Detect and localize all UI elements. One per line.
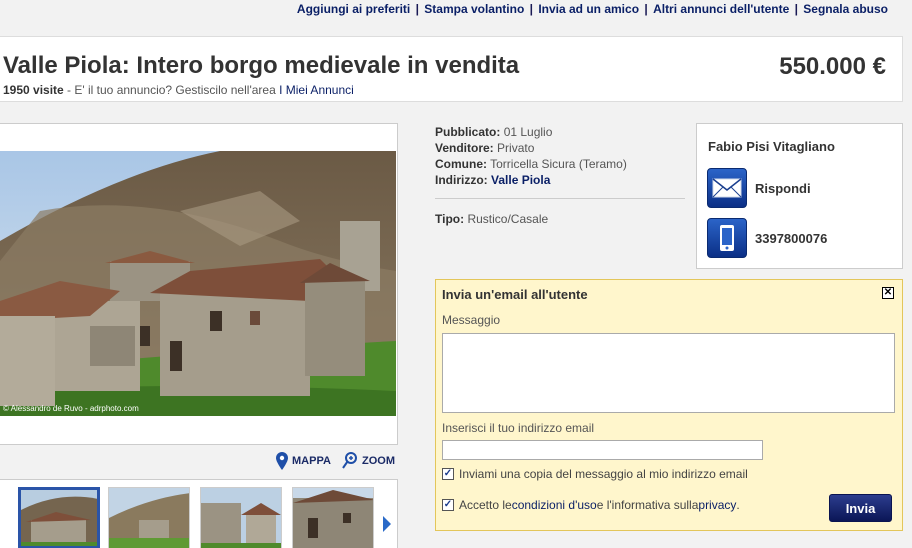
print-flyer-link[interactable]: Stampa volantino <box>424 2 524 16</box>
terms-link[interactable]: condizioni d'uso <box>512 498 597 512</box>
thumbnail-3[interactable] <box>200 487 282 548</box>
published-value: 01 Luglio <box>503 125 553 139</box>
thumbnail-image <box>293 488 373 548</box>
thumbnail-next-arrow-icon[interactable] <box>383 516 391 532</box>
separator: | <box>641 2 652 16</box>
photo-image <box>0 151 396 416</box>
listing-title: Valle Piola: Intero borgo medievale in v… <box>3 52 520 79</box>
mobile-phone-icon <box>707 218 747 258</box>
copy-label: Inviami una copia del messaggio al mio i… <box>459 467 748 481</box>
report-abuse-link[interactable]: Segnala abuso <box>803 2 888 16</box>
thumbnail-image <box>201 488 281 548</box>
address-label: Indirizzo: <box>435 173 488 187</box>
reply-button[interactable]: Rispondi <box>707 168 811 208</box>
map-button[interactable]: MAPPA <box>276 452 331 470</box>
details-divider <box>435 198 685 199</box>
thumbnail-2[interactable] <box>108 487 190 548</box>
seller-type-value: Privato <box>497 141 535 155</box>
other-ads-link[interactable]: Altri annunci dell'utente <box>653 2 789 16</box>
my-ads-link[interactable]: I Miei Annunci <box>279 83 354 97</box>
thumbnail-image <box>21 490 97 546</box>
add-favorites-link[interactable]: Aggiungi ai preferiti <box>297 2 410 16</box>
town-value: Torricella Sicura (Teramo) <box>490 157 627 171</box>
photo-credit: © Alessandro de Ruvo - adrphoto.com <box>3 404 139 413</box>
seller-row: Venditore: Privato <box>435 140 685 156</box>
separator: | <box>791 2 802 16</box>
listing-details: Pubblicato: 01 Luglio Venditore: Privato… <box>435 124 685 227</box>
reply-label: Rispondi <box>755 180 811 196</box>
zoom-icon <box>342 452 357 469</box>
map-pin-icon <box>276 452 288 470</box>
envelope-icon <box>707 168 747 208</box>
copy-checkbox[interactable]: ✓ <box>442 468 454 480</box>
thumbnail-1[interactable] <box>18 487 100 548</box>
listing-header: Valle Piola: Intero borgo medievale in v… <box>0 36 903 102</box>
manage-prompt: - E' il tuo annuncio? Gestiscilo nell'ar… <box>63 83 280 97</box>
town-label: Comune: <box>435 157 487 171</box>
accept-checkbox[interactable]: ✓ <box>442 499 454 511</box>
seller-type-label: Venditore: <box>435 141 494 155</box>
address-value: Valle Piola <box>491 173 551 187</box>
email-form-title: Invia un'email all'utente <box>442 287 588 302</box>
send-button[interactable]: Invia <box>829 494 892 522</box>
zoom-button[interactable]: ZOOM <box>342 452 395 470</box>
seller-card: Fabio Pisi Vitagliano Rispondi 339780007… <box>696 123 903 269</box>
published-label: Pubblicato: <box>435 125 501 139</box>
top-links-bar: Aggiungi ai preferiti | Stampa volantino… <box>297 2 888 16</box>
published-row: Pubblicato: 01 Luglio <box>435 124 685 140</box>
accept-mid: e l'informativa sulla <box>596 498 699 512</box>
privacy-link[interactable]: privacy <box>698 498 736 512</box>
accept-suffix: . <box>736 498 740 512</box>
thumbnail-strip <box>0 479 398 548</box>
email-form: Invia un'email all'utente ✕ Messaggio In… <box>435 279 903 531</box>
email-input[interactable] <box>442 440 763 460</box>
type-value: Rustico/Casale <box>467 212 549 226</box>
thumbnail-image <box>109 488 189 548</box>
message-label: Messaggio <box>442 313 501 327</box>
photo-panel: © Alessandro de Ruvo - adrphoto.com <box>0 123 398 445</box>
photo-tools: MAPPA ZOOM <box>276 452 403 473</box>
phone-number: 3397800076 <box>755 230 828 246</box>
visit-count: 1950 visite <box>3 83 64 97</box>
send-friend-link[interactable]: Invia ad un amico <box>538 2 639 16</box>
close-icon[interactable]: ✕ <box>882 287 894 299</box>
listing-subline: 1950 visite - E' il tuo annuncio? Gestis… <box>3 83 354 97</box>
thumbnail-4[interactable] <box>292 487 374 548</box>
address-row: Indirizzo: Valle Piola <box>435 172 685 188</box>
main-photo[interactable]: © Alessandro de Ruvo - adrphoto.com <box>0 151 396 416</box>
separator: | <box>412 2 423 16</box>
separator: | <box>526 2 537 16</box>
type-label: Tipo: <box>435 212 465 226</box>
copy-checkbox-row: ✓ Inviami una copia del messaggio al mio… <box>442 467 748 481</box>
town-row: Comune: Torricella Sicura (Teramo) <box>435 156 685 172</box>
map-label: MAPPA <box>292 455 331 467</box>
listing-price: 550.000 € <box>779 53 886 80</box>
seller-name: Fabio Pisi Vitagliano <box>708 139 835 154</box>
phone-button[interactable]: 3397800076 <box>707 218 827 258</box>
accept-checkbox-row: ✓ Accetto le condizioni d'uso e l'inform… <box>442 498 740 512</box>
email-label: Inserisci il tuo indirizzo email <box>442 421 595 435</box>
zoom-label: ZOOM <box>361 455 395 467</box>
message-textarea[interactable] <box>442 333 895 413</box>
accept-prefix: Accetto le <box>459 498 512 512</box>
type-row: Tipo: Rustico/Casale <box>435 211 685 227</box>
